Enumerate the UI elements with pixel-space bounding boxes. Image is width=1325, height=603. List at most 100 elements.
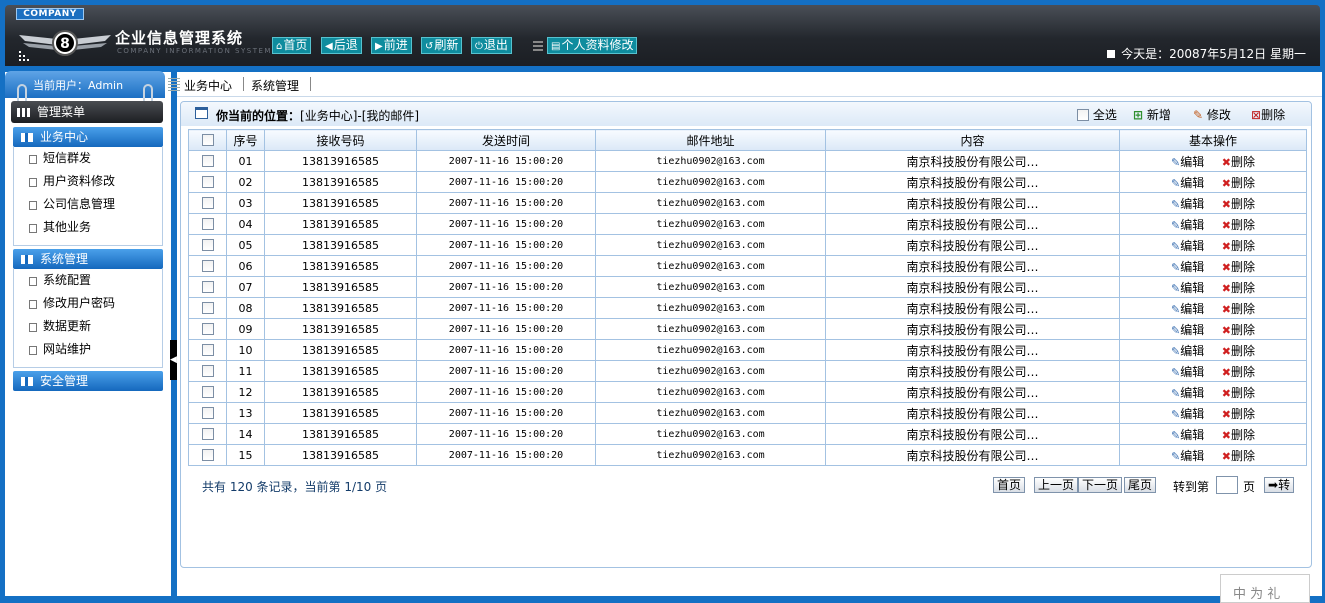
cell-email: tiezhu0902@163.com — [595, 318, 826, 340]
row-checkbox[interactable] — [188, 402, 227, 424]
row-edit-link[interactable]: ✎编辑 — [1171, 407, 1204, 421]
sidebar-item-user-profile[interactable]: 用户资料修改 — [14, 170, 162, 193]
row-checkbox[interactable] — [188, 255, 227, 277]
row-delete-link[interactable]: ✖删除 — [1222, 428, 1255, 442]
row-delete-link[interactable]: ✖删除 — [1222, 302, 1255, 316]
cell-phone: 13813916585 — [264, 444, 417, 466]
collapse-sidebar-toggle[interactable]: ◀ — [170, 340, 177, 380]
section-system-management[interactable]: 系统管理 — [13, 249, 163, 269]
cell-content: 南京科技股份有限公司… — [825, 234, 1120, 256]
document-icon — [29, 201, 37, 210]
close-icon: ✖ — [1221, 155, 1231, 169]
row-checkbox[interactable] — [188, 360, 227, 382]
row-checkbox[interactable] — [188, 318, 227, 340]
cell-actions: ✎编辑 ✖删除 — [1119, 276, 1307, 298]
select-all-checkbox[interactable]: 全选 — [1077, 106, 1117, 123]
row-edit-link[interactable]: ✎编辑 — [1171, 155, 1204, 169]
row-delete-link[interactable]: ✖删除 — [1221, 176, 1255, 190]
mail-table: 序号 接收号码 发送时间 邮件地址 内容 基本操作 01 13813916585 2… — [188, 129, 1307, 466]
cell-phone: 13813916585 — [264, 423, 417, 445]
sidebar-item-other[interactable]: 其他业务 — [14, 216, 162, 239]
row-edit-link[interactable]: ✎编辑 — [1171, 176, 1204, 190]
section-security-management[interactable]: 安全管理 — [13, 371, 163, 391]
row-checkbox[interactable] — [188, 381, 227, 403]
row-checkbox[interactable] — [188, 276, 227, 298]
edit-button[interactable]: ✎ 修改 — [1193, 106, 1231, 123]
exit-button[interactable]: ⏻退出 — [471, 37, 512, 54]
close-icon: ✖ — [1221, 176, 1231, 190]
row-delete-link[interactable]: ✖删除 — [1222, 239, 1255, 253]
row-delete-link[interactable]: ✖删除 — [1221, 155, 1255, 169]
profile-edit-button[interactable]: ▤个人资料修改 — [547, 37, 638, 54]
row-edit-link[interactable]: ✎编辑 — [1171, 218, 1204, 232]
refresh-button[interactable]: ↺刷新 — [421, 37, 463, 54]
cell-email: tiezhu0902@163.com — [595, 171, 826, 193]
table-header-row: 序号 接收号码 发送时间 邮件地址 内容 基本操作 — [188, 129, 1307, 151]
table-row: 02 13813916585 2007-11-16 15:00:20 tiezhu09… — [188, 171, 1307, 193]
row-checkbox[interactable] — [188, 234, 227, 256]
row-delete-link[interactable]: ✖删除 — [1222, 386, 1255, 400]
header-select-checkbox[interactable] — [188, 129, 227, 151]
delete-button[interactable]: ⊠删除 — [1251, 106, 1285, 123]
menu-title-bar: 管理菜单 — [11, 101, 163, 123]
cell-no: 14 — [226, 423, 265, 445]
prev-page-button[interactable]: 上一页 — [1034, 477, 1079, 493]
row-delete-link[interactable]: ✖删除 — [1222, 344, 1255, 358]
row-edit-link[interactable]: ✎编辑 — [1171, 323, 1204, 337]
row-delete-link[interactable]: ✖删除 — [1222, 407, 1255, 421]
add-button[interactable]: ⊞ 新增 — [1133, 106, 1171, 123]
row-edit-link[interactable]: ✎编辑 — [1171, 449, 1204, 463]
sidebar-item-system-config[interactable]: 系统配置 — [14, 269, 162, 292]
first-page-button[interactable]: 首页 — [993, 477, 1026, 493]
go-button[interactable]: ➡转 — [1264, 477, 1295, 493]
row-edit-link[interactable]: ✎编辑 — [1171, 197, 1204, 211]
sidebar-item-site-maintenance[interactable]: 网站维护 — [14, 338, 162, 361]
row-delete-link[interactable]: ✖删除 — [1222, 323, 1255, 337]
row-edit-link[interactable]: ✎编辑 — [1171, 344, 1204, 358]
row-checkbox[interactable] — [188, 444, 227, 466]
row-edit-link[interactable]: ✎编辑 — [1171, 239, 1204, 253]
row-checkbox[interactable] — [188, 339, 227, 361]
page-number-input[interactable] — [1216, 476, 1238, 494]
row-edit-link[interactable]: ✎编辑 — [1171, 281, 1204, 295]
checkbox-icon — [201, 343, 214, 356]
row-checkbox[interactable] — [188, 171, 227, 193]
row-edit-link[interactable]: ✎编辑 — [1171, 365, 1204, 379]
row-edit-link[interactable]: ✎编辑 — [1171, 386, 1204, 400]
tab-business-center[interactable]: 业务中心 — [184, 77, 232, 94]
row-checkbox[interactable] — [188, 192, 227, 214]
row-delete-link[interactable]: ✖删除 — [1222, 365, 1255, 379]
sidebar-item-sms[interactable]: 短信群发 — [14, 147, 162, 170]
tab-system-management[interactable]: 系统管理 — [251, 77, 299, 94]
row-edit-link[interactable]: ✎编辑 — [1171, 260, 1204, 274]
sidebar-item-change-password[interactable]: 修改用户密码 — [14, 292, 162, 315]
row-checkbox[interactable] — [188, 423, 227, 445]
cell-no: 03 — [226, 192, 265, 214]
row-delete-link[interactable]: ✖删除 — [1222, 218, 1255, 232]
current-user-bar: 当前用户：Admin — [5, 71, 165, 104]
row-edit-link[interactable]: ✎编辑 — [1171, 302, 1204, 316]
section-business-center[interactable]: 业务中心 — [13, 127, 163, 147]
row-edit-link[interactable]: ✎编辑 — [1171, 428, 1204, 442]
row-checkbox[interactable] — [188, 150, 227, 172]
sidebar-item-company-info[interactable]: 公司信息管理 — [14, 193, 162, 216]
cell-email: tiezhu0902@163.com — [595, 360, 826, 382]
checkbox-icon — [201, 406, 214, 419]
cell-time: 2007-11-16 15:00:20 — [416, 423, 596, 445]
home-button[interactable]: ⌂首页 — [272, 37, 312, 54]
next-page-button[interactable]: 下一页 — [1078, 477, 1123, 493]
last-page-button[interactable]: 尾页 — [1124, 477, 1157, 493]
row-checkbox[interactable] — [188, 297, 227, 319]
row-delete-link[interactable]: ✖删除 — [1222, 281, 1255, 295]
forward-button[interactable]: ▶前进 — [371, 37, 412, 54]
document-icon — [29, 224, 37, 233]
row-delete-link[interactable]: ✖删除 — [1222, 197, 1255, 211]
row-delete-link[interactable]: ✖删除 — [1222, 449, 1255, 463]
sidebar-item-data-update[interactable]: 数据更新 — [14, 315, 162, 338]
column-header: 内容 — [825, 129, 1120, 151]
row-delete-link[interactable]: ✖删除 — [1222, 260, 1255, 274]
pencil-icon: ✎ — [1171, 344, 1181, 358]
cell-content: 南京科技股份有限公司… — [825, 297, 1120, 319]
row-checkbox[interactable] — [188, 213, 227, 235]
back-button[interactable]: ◀后退 — [321, 37, 362, 54]
